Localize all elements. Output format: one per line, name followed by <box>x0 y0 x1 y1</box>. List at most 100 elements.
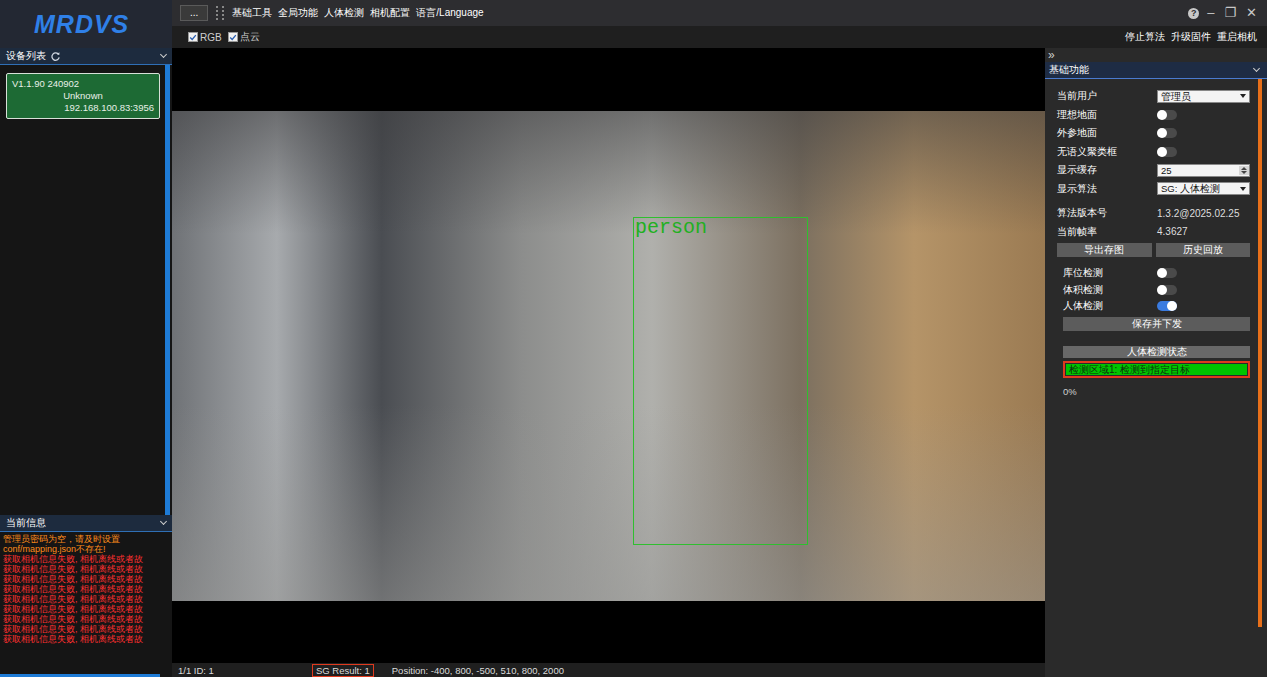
toolbar: RGB 点云 停止算法升级固件重启相机 <box>172 26 1267 48</box>
menu-item[interactable]: 基础工具 <box>232 6 272 20</box>
info-row: 当前帧率4.3627 <box>1057 223 1250 242</box>
action-button[interactable]: 升级固件 <box>1171 30 1211 44</box>
info-value: 4.3627 <box>1157 226 1250 237</box>
message-line: conf/mapping.json不存在! <box>3 544 169 554</box>
setting-row: 显示缓存25 <box>1057 161 1250 180</box>
collapse-icon[interactable] <box>160 51 167 58</box>
status-item: 检测区域1: 检测到指定目标 <box>1063 361 1250 378</box>
menu-item[interactable]: 相机配置 <box>370 6 410 20</box>
progress-text: 0% <box>1063 386 1250 397</box>
feature-label: 体积检测 <box>1063 283 1157 297</box>
setting-label: 显示算法 <box>1057 182 1157 196</box>
scrollbar[interactable] <box>165 65 170 515</box>
select-field[interactable]: SG: 人体检测 <box>1157 182 1250 195</box>
feature-row: 体积检测 <box>1063 282 1250 299</box>
select-field[interactable]: 管理员 <box>1157 90 1250 103</box>
device-list-title: 设备列表 <box>6 49 46 63</box>
panel-collapse-button[interactable]: » <box>1045 48 1267 62</box>
checkbox-label: RGB <box>200 32 222 43</box>
messages-header[interactable]: 当前信息 <box>0 515 172 532</box>
setting-row: 显示算法 SG: 人体检测 <box>1057 180 1250 199</box>
message-line: 获取相机信息失败, 相机离线或者故 <box>3 594 169 604</box>
panel-button[interactable]: 历史回放 <box>1156 243 1251 257</box>
message-line: 获取相机信息失败, 相机离线或者故 <box>3 554 169 564</box>
panel-button[interactable]: 导出存图 <box>1057 243 1152 257</box>
detection-box: person <box>633 217 808 545</box>
feature-label: 人体检测 <box>1063 299 1157 313</box>
select-value: 管理员 <box>1161 91 1191 102</box>
action-button[interactable]: 停止算法 <box>1125 30 1165 44</box>
message-log: 管理员密码为空，请及时设置conf/mapping.json不存在!获取相机信息… <box>0 532 172 674</box>
grip-icon <box>216 6 224 20</box>
info-row: 算法版本号1.3.2@2025.02.25 <box>1057 204 1250 223</box>
view-checkbox[interactable]: 点云 <box>228 30 260 44</box>
app-window: MRDVS设备列表 V1.1.90 240902Unknown192.168.10… <box>0 0 1267 677</box>
feature-row: 库位检测 <box>1063 265 1250 282</box>
info-value: 1.3.2@2025.02.25 <box>1157 208 1250 219</box>
sg-result: SG Result: 1 <box>312 664 374 677</box>
info-label: 当前帧率 <box>1057 225 1157 239</box>
status-header: 人体检测状态 <box>1063 346 1250 358</box>
checkbox-box[interactable] <box>188 32 198 42</box>
setting-label: 无语义聚类框 <box>1057 145 1157 159</box>
menu-item[interactable]: 人体检测 <box>324 6 364 20</box>
toggle-switch[interactable] <box>1157 110 1177 120</box>
left-sidebar: MRDVS设备列表 V1.1.90 240902Unknown192.168.10… <box>0 0 172 677</box>
window-control[interactable]: – <box>1205 6 1216 20</box>
logo: MRDVS <box>0 0 172 48</box>
dropdown-icon <box>1240 94 1246 98</box>
message-line: 获取相机信息失败, 相机离线或者故 <box>3 584 169 594</box>
frame-id: 1/1 ID: 1 <box>178 665 214 676</box>
collapse-icon[interactable] <box>160 518 167 525</box>
camera-view: person <box>172 48 1045 663</box>
setting-label: 外参地面 <box>1057 126 1157 140</box>
device-card[interactable]: V1.1.90 240902Unknown192.168.100.83:3956 <box>6 73 160 119</box>
right-panel: »基础功能当前用户管理员理想地面外参地面无语义聚类框显示缓存25显示算法SG: … <box>1045 48 1267 677</box>
dropdown-icon <box>1240 187 1246 191</box>
scrollbar[interactable] <box>1258 79 1262 627</box>
status-text: 检测区域1: 检测到指定目标 <box>1066 364 1247 375</box>
toggle-switch[interactable] <box>1157 147 1177 157</box>
feature-label: 库位检测 <box>1063 266 1157 280</box>
toggle-switch[interactable] <box>1157 301 1177 311</box>
sidebar-footer <box>0 674 160 677</box>
check-icon <box>229 33 237 42</box>
refresh-icon[interactable] <box>50 51 61 62</box>
info-label: 算法版本号 <box>1057 206 1157 220</box>
device-address: 192.168.100.83:3956 <box>12 102 154 114</box>
setting-row: 当前用户管理员 <box>1057 87 1250 106</box>
checkbox-box[interactable] <box>228 32 238 42</box>
menu-item[interactable]: 全局功能 <box>278 6 318 20</box>
view-checkbox[interactable]: RGB <box>188 32 222 43</box>
save-button[interactable]: 保存并下发 <box>1063 317 1250 331</box>
device-list-header[interactable]: 设备列表 <box>0 48 172 65</box>
toggle-switch[interactable] <box>1157 268 1177 278</box>
select-value: SG: 人体检测 <box>1161 183 1220 194</box>
message-line: 管理员密码为空，请及时设置 <box>3 534 169 544</box>
checkbox-label: 点云 <box>240 30 260 44</box>
check-icon <box>189 33 197 42</box>
setting-row: 理想地面 <box>1057 106 1250 125</box>
menu-bar: ... 基础工具全局功能人体检测相机配置语言/Language?–❐ ✕ <box>172 0 1267 26</box>
message-line: 获取相机信息失败, 相机离线或者故 <box>3 574 169 584</box>
number-value: 25 <box>1161 165 1172 176</box>
setting-label: 当前用户 <box>1057 89 1157 103</box>
number-field[interactable]: 25 <box>1157 164 1250 177</box>
panel-header[interactable]: 基础功能 <box>1045 62 1267 79</box>
menu-item[interactable]: 语言/Language <box>416 6 483 20</box>
window-control[interactable]: ✕ <box>1244 6 1259 20</box>
collapse-icon[interactable] <box>1253 65 1260 72</box>
camera-frame: person <box>172 111 1045 601</box>
more-button[interactable]: ... <box>180 5 208 21</box>
device-version: V1.1.90 240902 <box>12 78 154 90</box>
window-control[interactable]: ? <box>1188 8 1199 19</box>
toggle-switch[interactable] <box>1157 285 1177 295</box>
window-control[interactable]: ❐ <box>1222 6 1238 20</box>
toggle-switch[interactable] <box>1157 128 1177 138</box>
action-button[interactable]: 重启相机 <box>1217 30 1257 44</box>
message-line: 获取相机信息失败, 相机离线或者故 <box>3 604 169 614</box>
spinner-icon[interactable] <box>1239 166 1249 175</box>
message-line: 获取相机信息失败, 相机离线或者故 <box>3 624 169 634</box>
position: Position: -400, 800, -500, 510, 800, 200… <box>392 665 564 676</box>
message-line: 获取相机信息失败, 相机离线或者故 <box>3 634 169 644</box>
